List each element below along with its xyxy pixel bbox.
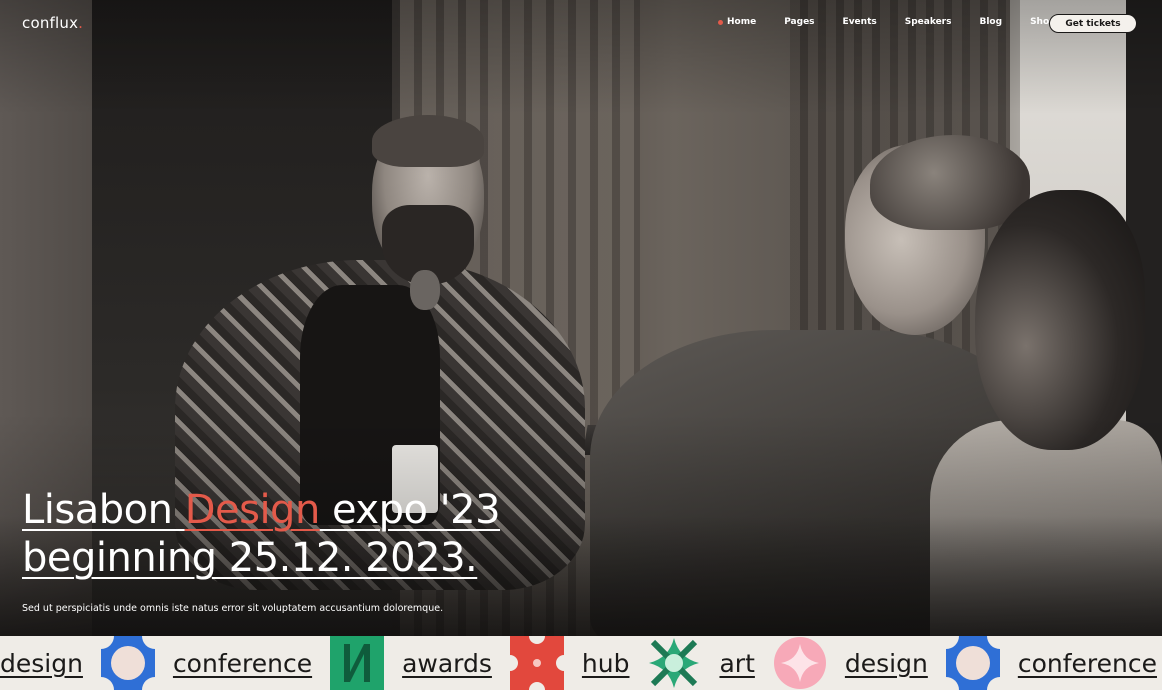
nav-item-blog[interactable]: Blog (979, 17, 1002, 27)
marquee-strip: design conference awards hub art design … (0, 636, 1162, 690)
headline-line-1: Lisabon Design expo '23 (22, 486, 501, 534)
nav-item-pages[interactable]: Pages (784, 17, 814, 27)
headline-accent-text: Design (184, 487, 321, 533)
marquee-word[interactable]: hub (582, 649, 630, 678)
marquee-word[interactable]: art (719, 649, 754, 678)
headline-line-2: beginning 25.12. 2023. (22, 534, 500, 582)
headline-text: Lisabon (22, 487, 185, 533)
pink-sparkle-icon (772, 636, 827, 690)
green-n-icon (330, 636, 385, 690)
main-nav: Home Pages Events Speakers Blog Shop (718, 17, 1084, 27)
nav-item-home[interactable]: Home (718, 17, 756, 27)
headline-text: beginning 25.12. 2023. (22, 535, 478, 581)
marquee-word[interactable]: conference (1018, 649, 1157, 678)
site-logo[interactable]: conflux. (22, 14, 83, 32)
marquee-word[interactable]: design (845, 649, 928, 678)
headline-text: expo '23 (319, 487, 501, 533)
get-tickets-button[interactable]: Get tickets (1049, 14, 1137, 33)
nav-item-label: Home (727, 17, 757, 27)
marquee-word[interactable]: design (0, 649, 83, 678)
hero-subtext: Sed ut perspiciatis unde omnis iste natu… (22, 603, 444, 614)
active-indicator-icon (718, 19, 723, 25)
marquee-word[interactable]: conference (173, 649, 312, 678)
marquee-word[interactable]: awards (402, 649, 492, 678)
nav-item-label: Speakers (904, 17, 952, 27)
blue-flower-icon (100, 636, 155, 690)
blue-flower-icon (945, 636, 1000, 690)
green-star-icon (647, 636, 702, 690)
hero-headline: Lisabon Design expo '23 beginning 25.12.… (22, 486, 501, 582)
nav-item-label: Events (842, 17, 877, 27)
nav-item-label: Pages (784, 17, 815, 27)
marquee-track: design conference awards hub art design … (0, 636, 1162, 690)
nav-item-speakers[interactable]: Speakers (905, 17, 952, 27)
logo-dot: . (78, 14, 84, 32)
nav-item-label: Blog (979, 17, 1003, 27)
red-cross-icon (509, 636, 564, 690)
nav-item-events[interactable]: Events (843, 17, 877, 27)
logo-text: conflux (22, 14, 79, 32)
